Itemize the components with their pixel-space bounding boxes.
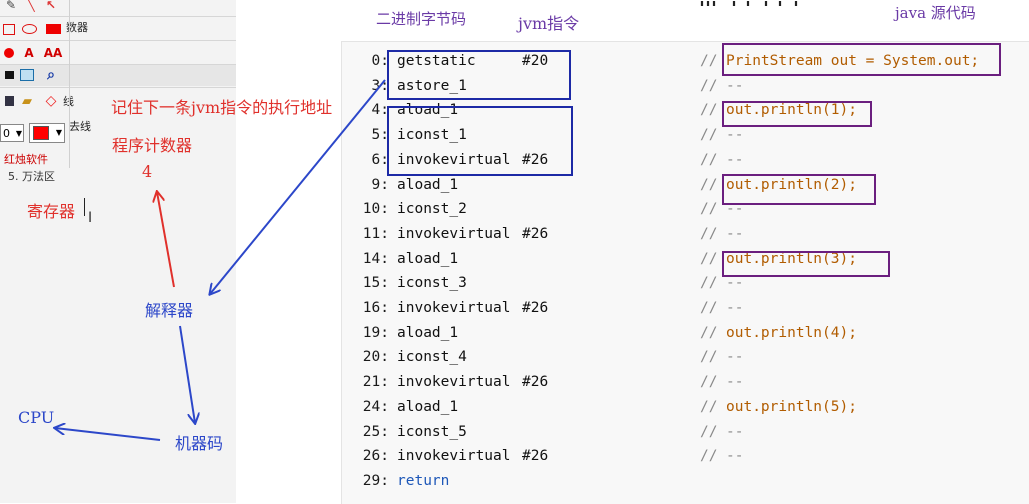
- annotation-arrows: [0, 79, 386, 441]
- arrow-machine-code-to-cpu: [55, 428, 161, 441]
- arrow-interpreter-to-machine-code: [179, 325, 195, 423]
- arrow-code-to-interpreter: [210, 79, 386, 294]
- arrow-interpreter-to-pc: [157, 192, 175, 288]
